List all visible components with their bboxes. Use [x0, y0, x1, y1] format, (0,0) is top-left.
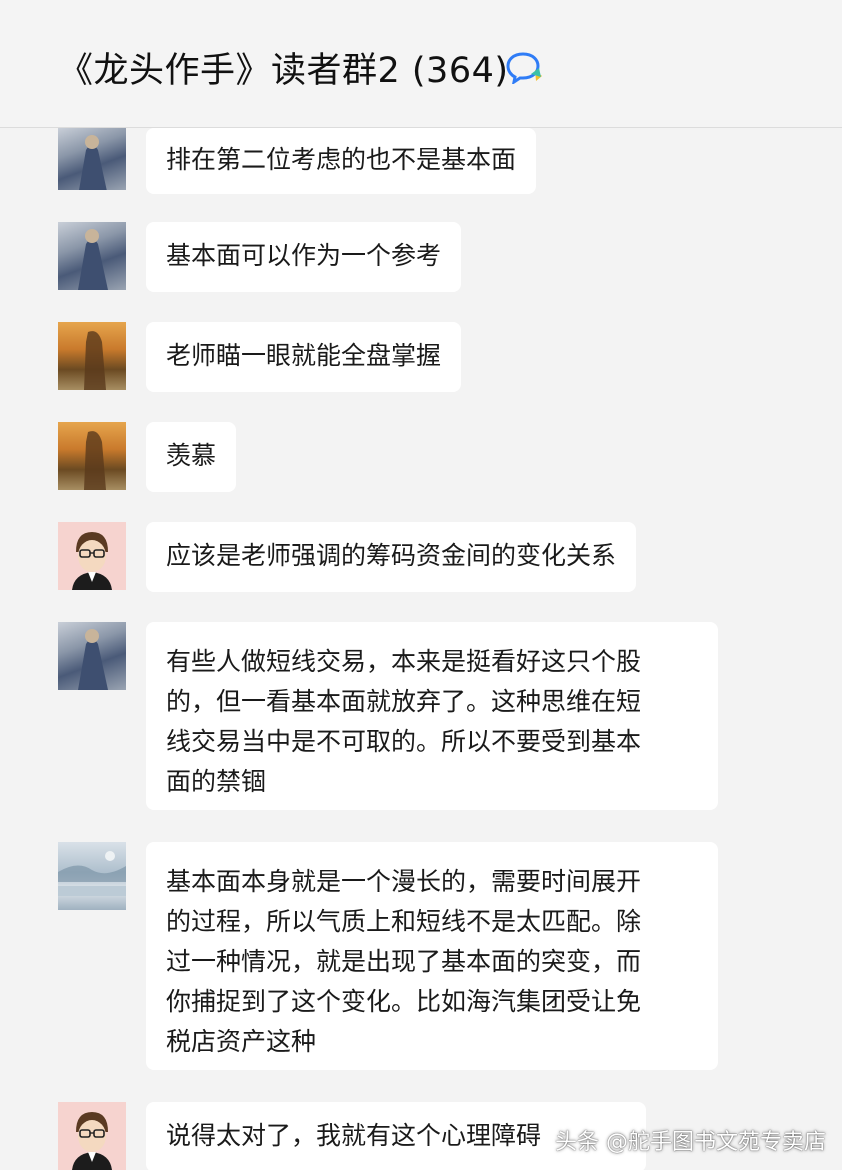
message-bubble: 羡慕	[146, 422, 237, 492]
message-bubble: 排在第二位考虑的也不是基本面	[146, 128, 537, 194]
message-bubble: 应该是老师强调的筹码资金间的变化关系	[146, 522, 637, 592]
sunset-avatar[interactable]	[58, 322, 126, 390]
message-line: 基本面本身就是一个漫长的，需要时间展开	[166, 867, 642, 896]
message-line: 过一种情况，就是出现了基本面的突变，而	[166, 947, 642, 976]
monk-avatar[interactable]	[58, 128, 126, 190]
message-line: 线交易当中是不可取的。所以不要受到基本	[166, 727, 642, 756]
message-line: 税店资产这种	[166, 1027, 317, 1056]
message-line: 你捕捉到了这个变化。比如海汽集团受让免	[166, 987, 642, 1016]
message-bubble: 老师瞄一眼就能全盘掌握	[146, 322, 462, 392]
chat-header: 《龙头作手》读者群2 (364)	[0, 0, 842, 128]
message-line: 面的禁锢	[166, 767, 267, 796]
watermark: 头条 @舵手图书文苑专卖店	[555, 1130, 826, 1155]
message-bubble: 有些人做短线交易，本来是挺看好这只个股 的，但一看基本面就放弃了。这种思维在短 …	[146, 622, 718, 810]
message-line: 的，但一看基本面就放弃了。这种思维在短	[166, 687, 642, 716]
monk-avatar[interactable]	[58, 622, 126, 690]
chat-bubble-icon[interactable]	[505, 50, 545, 84]
message-line: 有些人做短线交易，本来是挺看好这只个股	[166, 647, 642, 676]
chat-window: 《龙头作手》读者群2 (364) 排在第二位考虑的也不是基本面 基本面可以作为一…	[0, 0, 842, 1170]
message-bubble: 基本面可以作为一个参考	[146, 222, 462, 292]
sunset-avatar[interactable]	[58, 422, 126, 490]
message-line: 的过程，所以气质上和短线不是太匹配。除	[166, 907, 642, 936]
glasses-man-avatar[interactable]	[58, 522, 126, 590]
monk-avatar[interactable]	[58, 222, 126, 290]
scenery-avatar[interactable]	[58, 842, 126, 910]
glasses-man-avatar[interactable]	[58, 1102, 126, 1170]
message-bubble: 基本面本身就是一个漫长的，需要时间展开 的过程，所以气质上和短线不是太匹配。除 …	[146, 842, 718, 1070]
group-title: 《龙头作手》读者群2 (364)	[58, 51, 509, 91]
